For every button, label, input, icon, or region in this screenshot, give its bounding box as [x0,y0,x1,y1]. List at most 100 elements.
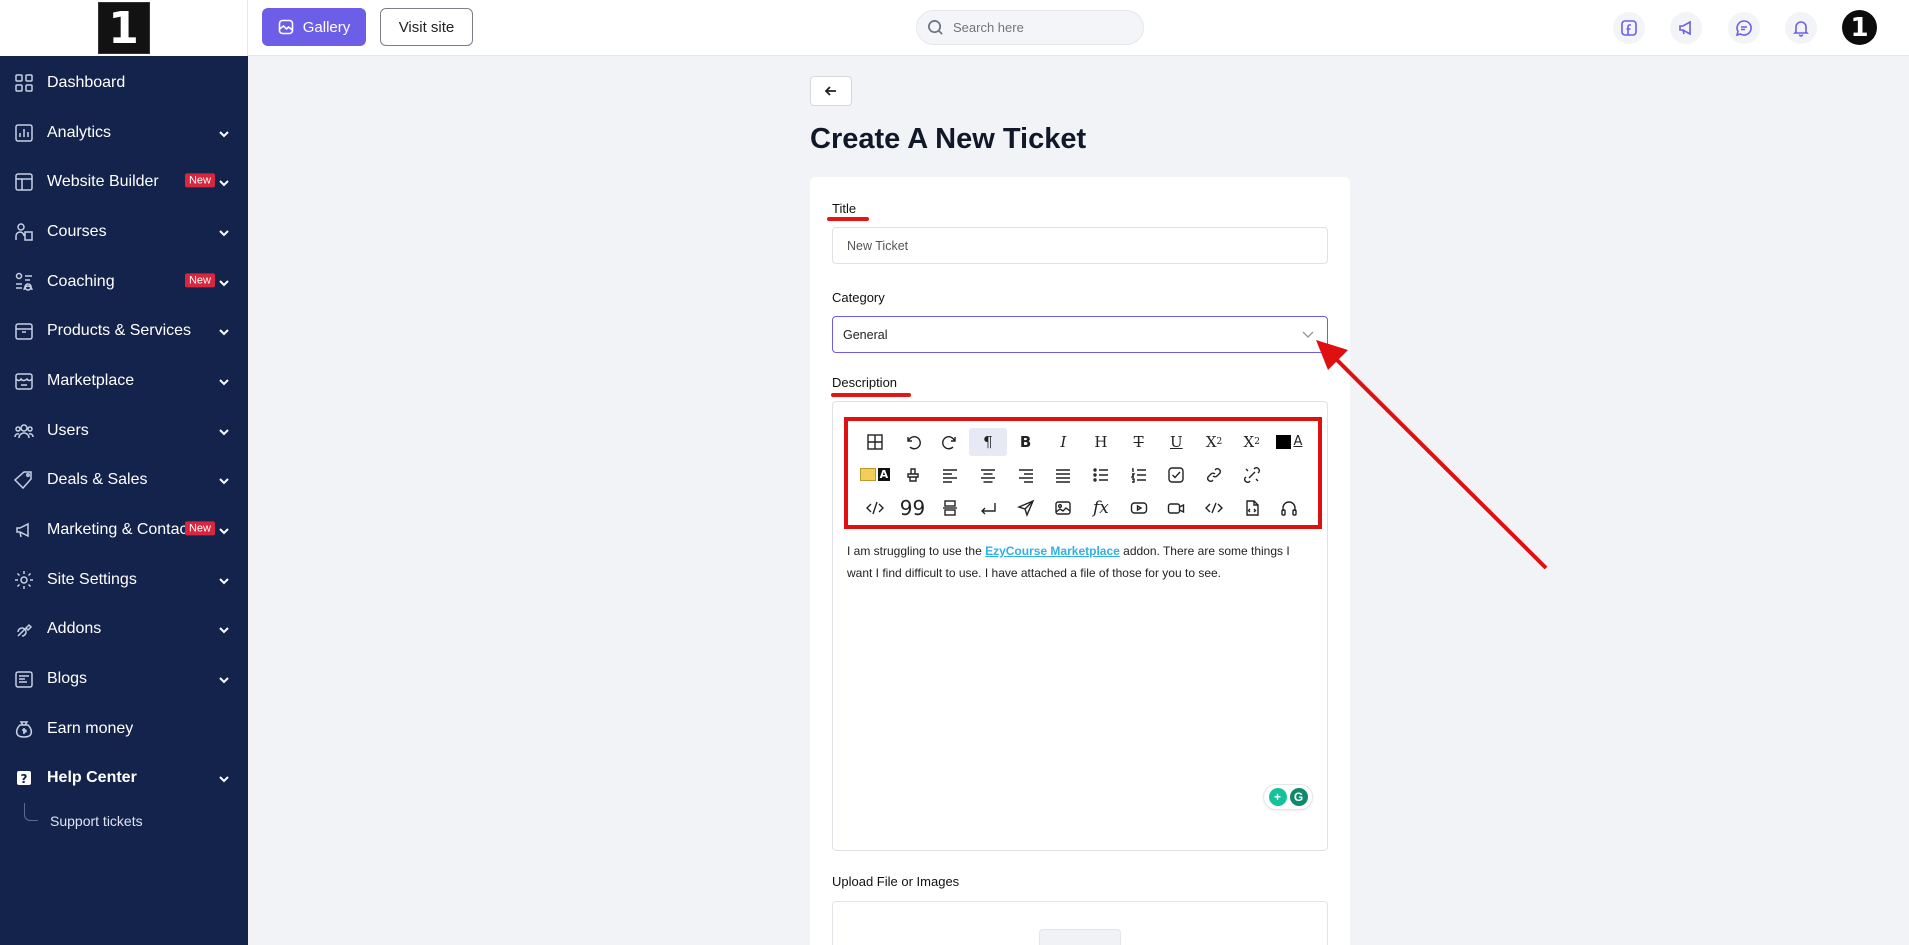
chevron-down-icon[interactable] [218,127,230,139]
chevron-down-icon[interactable] [218,673,230,685]
numbered-list-icon[interactable] [1120,461,1158,489]
sidebar-subitem-support-tickets[interactable]: Support tickets [0,803,248,839]
video-icon[interactable] [1158,494,1196,522]
sidebar-item-addons[interactable]: Addons [0,605,248,655]
paragraph-icon[interactable]: ¶ [969,427,1007,456]
sidebar-item-help-center[interactable]: ? Help Center [0,754,248,804]
sidebar-item-website-builder[interactable]: Website Builder New [0,157,248,207]
send-icon[interactable] [1007,494,1045,522]
bold-icon[interactable]: B [1007,428,1045,456]
products-icon [14,321,34,341]
superscript-icon[interactable]: X2 [1233,428,1271,456]
chevron-down-icon[interactable] [218,623,230,635]
chevron-down-icon[interactable] [218,226,230,238]
chevron-down-icon[interactable] [218,474,230,486]
upload-dropzone[interactable] [832,901,1328,945]
title-label: Title [832,201,857,216]
new-badge: New [184,272,215,287]
gallery-button[interactable]: Gallery [262,8,366,46]
image-icon[interactable] [1044,494,1082,522]
sidebar-item-deals-sales[interactable]: Deals & Sales [0,456,248,506]
strikethrough-icon[interactable]: T [1120,428,1158,456]
headphones-icon[interactable] [1271,494,1309,522]
sidebar-subitem-label: Support tickets [50,813,143,830]
sidebar-item-analytics[interactable]: Analytics [0,108,248,158]
sidebar-item-marketplace[interactable]: Marketplace [0,356,248,406]
addons-icon [14,619,34,639]
horizontal-rule-icon[interactable] [931,494,969,522]
sidebar-item-courses[interactable]: Courses [0,207,248,257]
chevron-down-icon[interactable] [218,574,230,586]
chevron-down-icon[interactable] [218,276,230,288]
grammarly-widget[interactable]: + G [1263,784,1313,810]
facebook-icon[interactable] [1613,12,1645,44]
heading-icon[interactable]: H [1082,428,1120,456]
tree-connector [24,803,38,822]
description-label: Description [832,375,898,390]
code-view-icon[interactable] [856,494,894,522]
font-color-icon[interactable]: A [1271,428,1309,456]
upload-button[interactable] [1039,929,1121,945]
title-input[interactable]: New Ticket [832,227,1328,264]
embed-code-icon[interactable] [1195,494,1233,522]
line-break-icon[interactable] [969,494,1007,522]
bullet-list-icon[interactable] [1082,461,1120,489]
sidebar-item-label: Users [47,421,89,439]
file-code-icon[interactable] [1233,494,1271,522]
chevron-down-icon[interactable] [218,524,230,536]
subscript-icon[interactable]: X2 [1195,428,1233,456]
chevron-down-icon[interactable] [218,375,230,387]
align-center-icon[interactable] [969,461,1007,489]
category-select[interactable]: General [832,316,1328,353]
chevron-down-icon[interactable] [1301,328,1315,342]
format-painter-icon[interactable] [894,461,932,489]
youtube-icon[interactable] [1120,494,1158,522]
description-editor[interactable]: ¶ B I H T U X2 X2 A A 99 fx I am struggl… [832,401,1328,851]
sidebar-item-site-settings[interactable]: Site Settings [0,555,248,605]
logo-container[interactable]: 1 [0,0,248,56]
sidebar-item-earn-money[interactable]: Earn money [0,704,248,754]
bell-icon[interactable] [1785,12,1817,44]
gallery-label: Gallery [302,18,351,36]
marketplace-link[interactable]: EzyCourse Marketplace [985,544,1120,558]
italic-icon[interactable]: I [1044,428,1082,456]
chevron-down-icon[interactable] [218,176,230,188]
sidebar-item-blogs[interactable]: Blogs [0,654,248,704]
unlink-icon[interactable] [1233,461,1271,489]
upload-label: Upload File or Images [832,874,960,889]
chevron-down-icon[interactable] [218,772,230,784]
back-button[interactable] [810,76,852,106]
description-text[interactable]: I am struggling to use the EzyCourse Mar… [847,540,1317,584]
grammarly-icon: G [1289,788,1308,806]
chevron-down-icon[interactable] [218,325,230,337]
megaphone-icon[interactable] [1670,12,1702,44]
search-box[interactable] [916,10,1144,45]
align-left-icon[interactable] [931,461,969,489]
arrow-left-icon [824,86,836,96]
highlight-color-icon[interactable]: A [856,461,894,489]
align-right-icon[interactable] [1007,461,1045,489]
sidebar-item-marketing-contacts[interactable]: Marketing & Contacts New [0,505,248,555]
underline-icon[interactable]: U [1158,428,1196,456]
undo-icon[interactable] [894,428,932,456]
sidebar-item-coaching[interactable]: Coaching New [0,257,248,307]
sidebar-item-users[interactable]: Users [0,406,248,456]
checkbox-icon[interactable] [1158,461,1196,489]
avatar[interactable]: 1 [1842,10,1877,45]
chat-icon[interactable] [1728,12,1760,44]
table-icon[interactable] [856,428,894,456]
visit-site-button[interactable]: Visit site [380,8,473,46]
align-justify-icon[interactable] [1044,461,1082,489]
sidebar-item-products-services[interactable]: Products & Services [0,306,248,356]
sidebar-item-label: Coaching [47,272,115,290]
sidebar-item-dashboard[interactable]: Dashboard [0,58,248,108]
formula-icon[interactable]: fx [1082,494,1120,522]
annotation-underline [827,217,869,221]
help-icon: ? [14,768,34,788]
search-input[interactable] [953,20,1133,35]
website-builder-icon [14,172,34,192]
link-icon[interactable] [1195,461,1233,489]
redo-icon[interactable] [931,428,969,456]
chevron-down-icon[interactable] [218,425,230,437]
quote-icon[interactable]: 99 [894,494,932,522]
